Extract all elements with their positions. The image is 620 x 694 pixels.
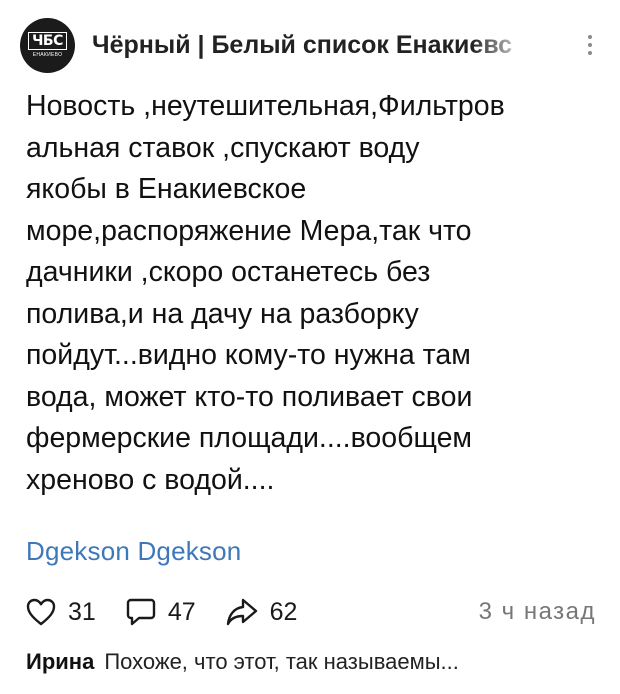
- post-body-text: Новость ,неутешительная,Фильтров альная …: [26, 90, 505, 496]
- comments-count: 47: [167, 597, 196, 626]
- post-timestamp: 3 ч назад: [478, 598, 596, 625]
- avatar-logo-text: ЧБС: [28, 32, 67, 50]
- comment-bubble-icon: [126, 598, 156, 626]
- comment-author: Ирина: [26, 649, 95, 674]
- latest-comment[interactable]: Ирина Похоже, что этот, так называемы...: [26, 649, 606, 675]
- shares-count: 62: [269, 597, 298, 626]
- post-card: ЧБС ЕНАКИЕВО Чёрный | Белый список Енаки…: [0, 0, 620, 694]
- post-actions-bar: 31 47 62 3 ч назад: [26, 590, 596, 634]
- post-header: ЧБС ЕНАКИЕВО Чёрный | Белый список Енаки…: [20, 15, 600, 75]
- comment-button[interactable]: 47: [126, 597, 196, 627]
- post-author-link[interactable]: Dgekson Dgekson: [26, 536, 241, 567]
- share-button[interactable]: 62: [226, 597, 298, 627]
- like-button[interactable]: 31: [26, 598, 96, 627]
- likes-count: 31: [68, 597, 96, 626]
- more-vertical-icon[interactable]: [580, 30, 600, 60]
- channel-name[interactable]: Чёрный | Белый список Енакиевс: [92, 30, 532, 60]
- channel-avatar[interactable]: ЧБС ЕНАКИЕВО: [20, 17, 75, 73]
- share-arrow-icon: [226, 598, 257, 626]
- comment-text: Похоже, что этот, так называемы...: [104, 649, 459, 674]
- heart-icon: [26, 598, 56, 626]
- avatar-logo-subtext: ЕНАКИЕВО: [32, 52, 63, 58]
